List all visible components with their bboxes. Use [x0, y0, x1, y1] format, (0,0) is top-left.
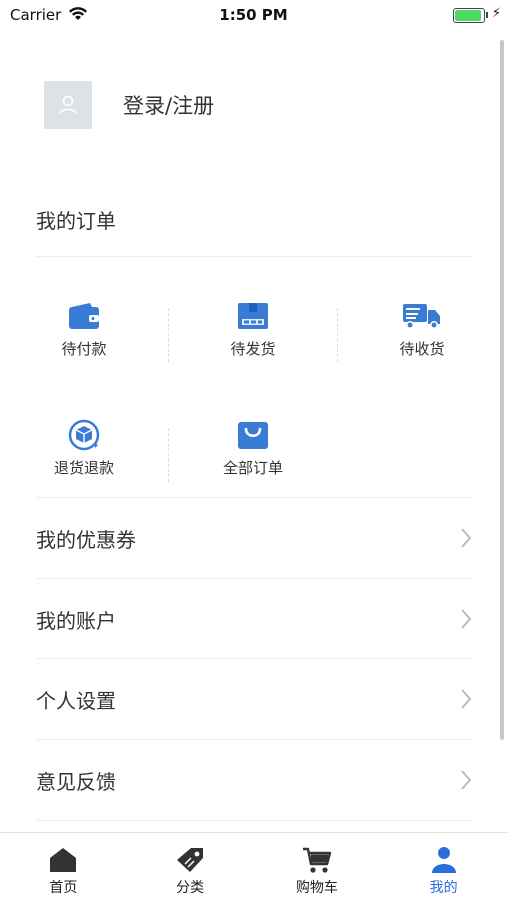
tab-label: 分类: [176, 880, 205, 896]
package-box-icon: [169, 300, 337, 332]
user-icon: [431, 845, 457, 875]
chevron-right-icon: [461, 528, 472, 548]
tab-home[interactable]: 首页: [0, 833, 127, 901]
divider: [36, 256, 472, 257]
battery-icon: [453, 8, 485, 23]
order-label: 待付款: [61, 340, 107, 358]
menu-item-label: 个人设置: [36, 688, 116, 713]
chevron-right-icon: [461, 770, 472, 790]
charging-bolt-icon: ⚡: [491, 6, 501, 21]
chevron-right-icon: [461, 689, 472, 709]
clock: 1:50 PM: [219, 6, 288, 24]
profile-header[interactable]: 登录/注册: [44, 80, 214, 130]
order-pending-shipment[interactable]: 待发货: [169, 300, 337, 359]
order-label: 全部订单: [222, 459, 283, 477]
scrollbar[interactable]: [500, 40, 504, 740]
tab-cart[interactable]: 购物车: [254, 833, 381, 901]
bottom-tab-bar: 首页 分类 购物车 我的: [0, 832, 507, 901]
menu-item-account[interactable]: 我的账户: [36, 579, 472, 659]
order-all[interactable]: 全部订单: [169, 419, 337, 478]
menu-item-feedback[interactable]: 意见反馈: [36, 740, 472, 820]
menu-item-label: 意见反馈: [36, 769, 116, 794]
divider: [36, 820, 472, 821]
chevron-right-icon: [461, 609, 472, 629]
wallet-icon: [0, 300, 168, 332]
order-label: 退货退款: [53, 459, 114, 477]
order-pending-payment[interactable]: 待付款: [0, 300, 168, 359]
order-label: 待发货: [230, 340, 276, 358]
menu-item-label: 我的账户: [36, 608, 116, 633]
avatar-person-icon: [59, 95, 77, 115]
tab-mine[interactable]: 我的: [380, 833, 507, 901]
return-box-icon: [0, 419, 168, 451]
shopping-bag-icon: [169, 419, 337, 451]
tab-category[interactable]: 分类: [127, 833, 254, 901]
tab-label: 我的: [429, 880, 458, 896]
avatar[interactable]: [44, 81, 92, 129]
delivery-truck-icon: [338, 300, 506, 332]
home-icon: [49, 845, 77, 875]
order-returns-refunds[interactable]: 退货退款: [0, 419, 168, 478]
menu-item-label: 我的优惠券: [36, 527, 136, 552]
cart-icon: [302, 845, 332, 875]
menu-item-coupons[interactable]: 我的优惠券: [36, 498, 472, 578]
status-bar: Carrier 1:50 PM ⚡: [0, 0, 507, 32]
login-register-link[interactable]: 登录/注册: [123, 90, 214, 120]
menu-item-settings[interactable]: 个人设置: [36, 659, 472, 739]
order-label: 待收货: [399, 340, 445, 358]
order-pending-receipt[interactable]: 待收货: [338, 300, 506, 359]
my-orders-title: 我的订单: [36, 209, 116, 233]
tab-label: 购物车: [295, 880, 338, 896]
tag-icon: [175, 845, 205, 875]
tab-label: 首页: [49, 880, 78, 896]
battery-cap: [486, 12, 488, 18]
